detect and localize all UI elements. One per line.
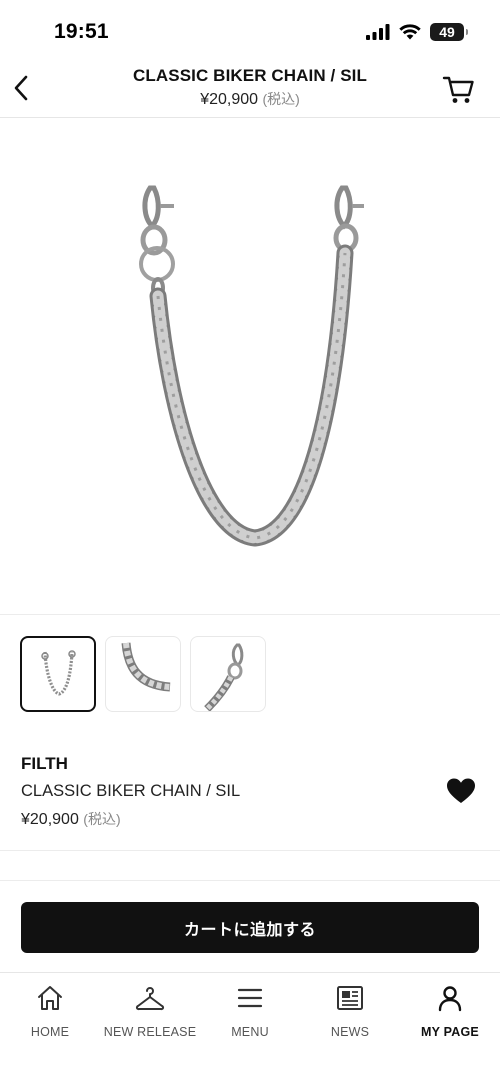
user-icon	[435, 983, 465, 1013]
heart-icon	[447, 778, 475, 803]
thumbnail-chain-links[interactable]	[105, 636, 181, 712]
add-to-cart-button[interactable]: カートに追加する	[21, 902, 479, 953]
nav-label-new-release: NEW RELEASE	[103, 1025, 197, 1039]
thumbnail-strip	[20, 636, 266, 712]
brand-name: FILTH	[21, 754, 68, 773]
thumbnail-image	[121, 642, 171, 692]
nav-label-menu: MENU	[231, 1025, 269, 1039]
header-price: ¥20,900	[200, 91, 259, 108]
nav-item-new-release[interactable]: NEW RELEASE	[100, 983, 200, 1045]
news-icon	[335, 983, 365, 1013]
thumbnail-image	[41, 650, 76, 696]
status-icons: 49	[366, 23, 468, 41]
status-time: 19:51	[54, 20, 109, 43]
status-bar: 19:51 49	[0, 0, 500, 62]
cart-button[interactable]	[442, 72, 476, 106]
nav-item-my-page[interactable]: MY PAGE	[400, 983, 500, 1045]
cart-icon	[442, 76, 474, 103]
nav-label-my-page: MY PAGE	[421, 1025, 479, 1039]
divider	[0, 850, 500, 851]
product-price-line: ¥20,900 (税込)	[21, 809, 481, 829]
product-header: CLASSIC BIKER CHAIN / SIL ¥20,900 (税込)	[0, 62, 500, 118]
product-tax-note: (税込)	[83, 811, 121, 827]
nav-label-news: NEWS	[330, 1025, 370, 1039]
bottom-navigation: HOME NEW RELEASE MENU NEWS MY PAGE	[0, 972, 500, 1080]
header-tax-note: (税込)	[262, 91, 300, 107]
thumbnail-image	[204, 643, 244, 711]
nav-item-news[interactable]: NEWS	[300, 983, 400, 1045]
wifi-icon	[399, 24, 421, 40]
product-info: FILTH CLASSIC BIKER CHAIN / SIL ¥20,900 …	[21, 754, 481, 829]
product-name: CLASSIC BIKER CHAIN / SIL	[21, 782, 241, 800]
nav-item-home[interactable]: HOME	[0, 983, 100, 1045]
favorite-button[interactable]	[446, 777, 476, 805]
thumbnail-full-chain[interactable]	[20, 636, 96, 712]
battery-level: 49	[439, 24, 455, 40]
chain-image	[139, 185, 364, 547]
thumbnail-clasp[interactable]	[190, 636, 266, 712]
divider	[0, 880, 500, 881]
battery-indicator: 49	[430, 23, 468, 41]
menu-icon	[235, 983, 265, 1013]
hanger-icon	[135, 983, 165, 1013]
nav-item-menu[interactable]: MENU	[200, 983, 300, 1045]
header-title: CLASSIC BIKER CHAIN / SIL	[133, 66, 367, 85]
home-icon	[35, 983, 65, 1013]
nav-label-home: HOME	[30, 1025, 70, 1039]
header-price-line: ¥20,900 (税込)	[0, 89, 500, 109]
product-price: ¥20,900	[21, 811, 79, 828]
signal-icon	[366, 24, 390, 40]
product-main-image[interactable]	[0, 118, 500, 615]
